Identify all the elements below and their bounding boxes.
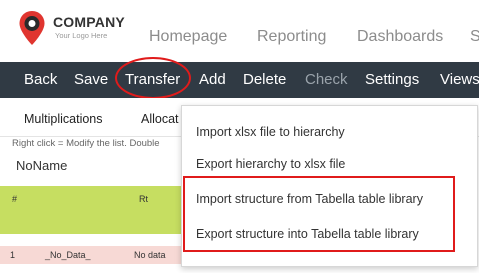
add-button[interactable]: Add <box>199 71 226 88</box>
column-header-noname: NoName <box>16 158 68 173</box>
row-name[interactable]: _No_Data_ <box>45 250 91 260</box>
views-button[interactable]: Views <box>440 71 479 88</box>
menu-export-structure[interactable]: Export structure into Tabella table libr… <box>196 227 419 241</box>
location-pin-logo-icon <box>19 11 45 45</box>
table-row[interactable] <box>0 246 200 264</box>
menu-import-structure[interactable]: Import structure from Tabella table libr… <box>196 192 423 206</box>
back-button[interactable]: Back <box>24 71 57 88</box>
nav-reporting[interactable]: Reporting <box>257 28 326 46</box>
nav-homepage[interactable]: Homepage <box>149 28 227 46</box>
row-value[interactable]: No data <box>134 250 166 260</box>
check-button[interactable]: Check <box>305 71 348 88</box>
action-toolbar: Back Save Transfer Add Delete Check Sett… <box>0 62 479 98</box>
grid-header-index: # <box>12 194 18 204</box>
menu-export-xlsx[interactable]: Export hierarchy to xlsx file <box>196 157 345 171</box>
company-tagline: Your Logo Here <box>55 31 108 40</box>
grid-header-row <box>0 186 200 234</box>
tab-multiplications[interactable]: Multiplications <box>24 112 103 126</box>
row-index: 1 <box>10 250 16 260</box>
app-header: COMPANY Your Logo Here Homepage Reportin… <box>0 0 479 62</box>
nav-dashboards[interactable]: Dashboards <box>357 28 443 46</box>
transfer-button[interactable]: Transfer <box>125 71 180 88</box>
delete-button[interactable]: Delete <box>243 71 286 88</box>
settings-button[interactable]: Settings <box>365 71 419 88</box>
hint-text: Right click = Modify the list. Double <box>12 138 160 149</box>
nav-truncated[interactable]: S <box>470 28 479 46</box>
company-name: COMPANY <box>53 14 125 30</box>
save-button[interactable]: Save <box>74 71 108 88</box>
tab-allocations[interactable]: Allocat <box>141 112 179 126</box>
menu-import-xlsx[interactable]: Import xlsx file to hierarchy <box>196 125 345 139</box>
transfer-dropdown-menu: Import xlsx file to hierarchy Export hie… <box>181 105 478 267</box>
grid-header-rt: Rt <box>139 194 148 204</box>
